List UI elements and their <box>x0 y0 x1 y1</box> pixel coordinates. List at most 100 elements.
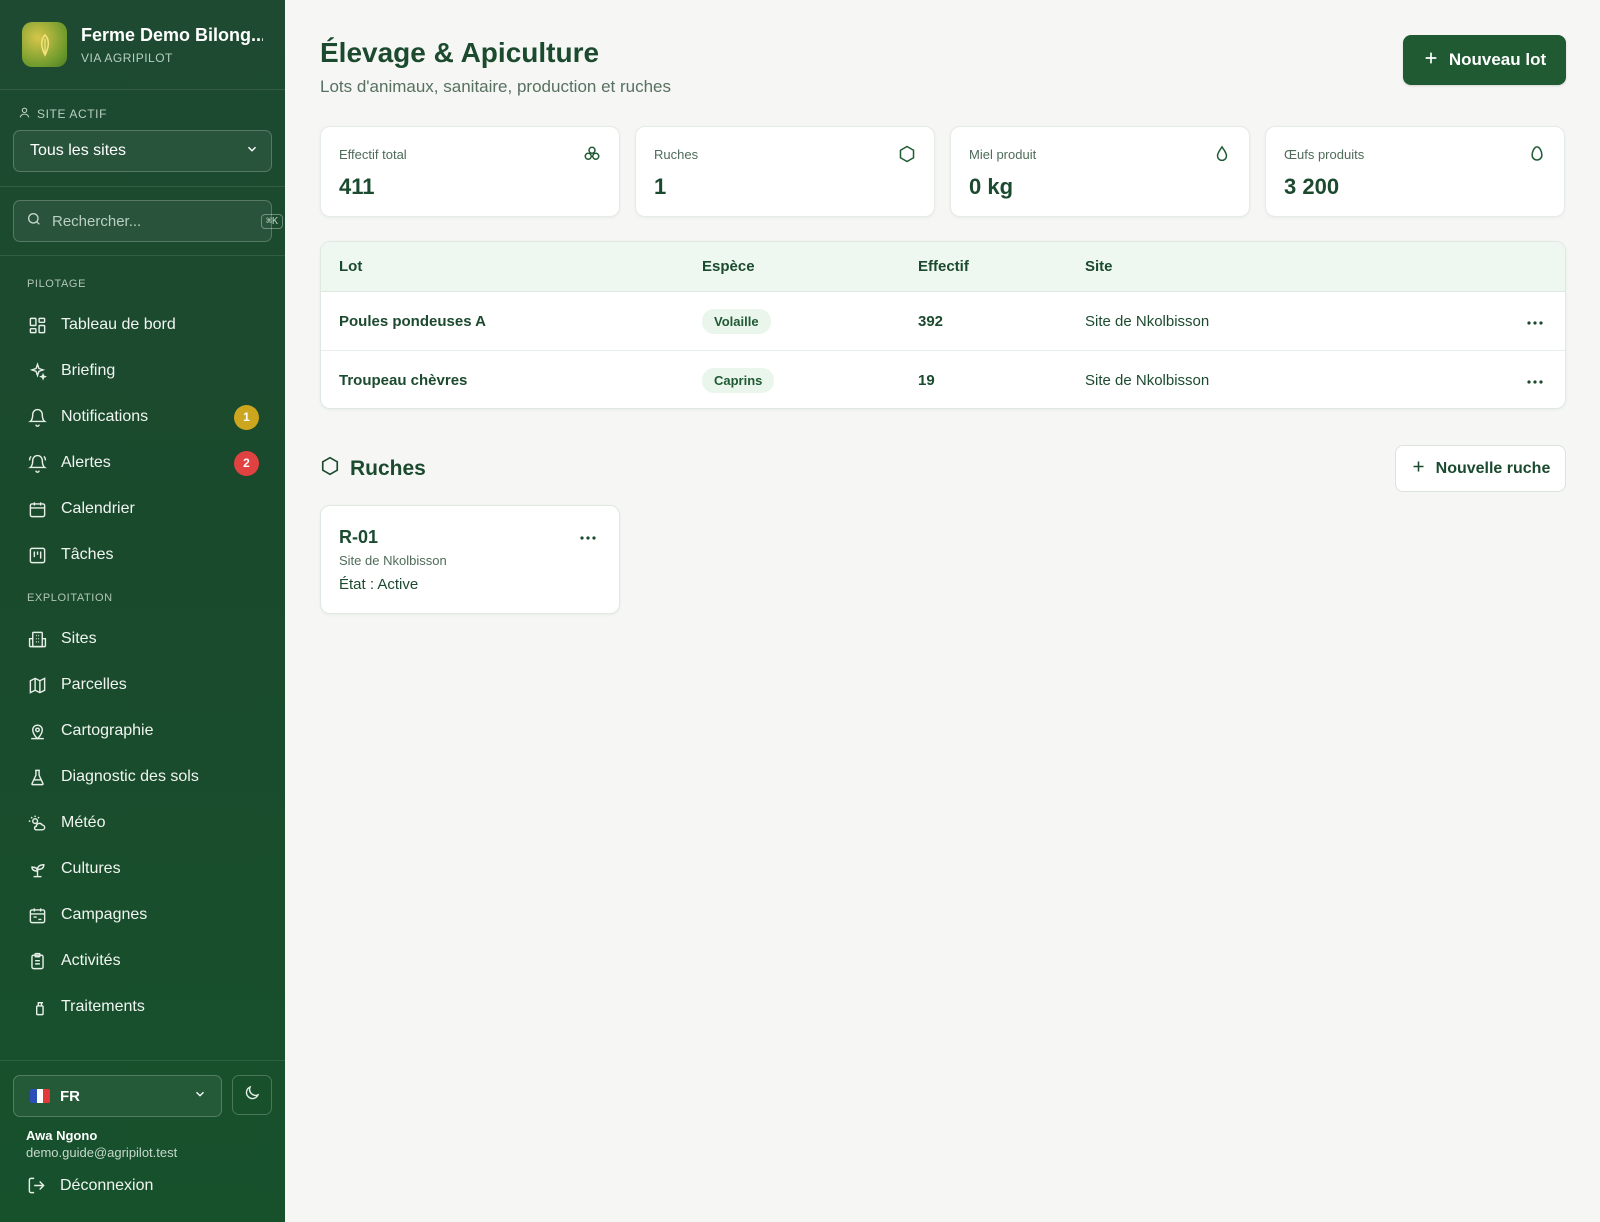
table-header: Lot Espèce Effectif Site <box>321 242 1565 292</box>
stat-value: 0 kg <box>969 174 1014 199</box>
hive-state: État : Active <box>339 576 419 593</box>
alerts-badge: 2 <box>234 450 259 476</box>
lot-name[interactable]: Poules pondeuses A <box>321 313 692 330</box>
logout-icon <box>27 1176 46 1195</box>
species-badge: Caprins <box>702 368 775 393</box>
more-horizontal-icon <box>1526 372 1544 389</box>
france-flag-icon <box>30 1089 50 1103</box>
farm-name: Ferme Demo Bilong... <box>81 24 263 45</box>
more-horizontal-icon <box>579 528 597 545</box>
page-subtitle: Lots d'animaux, sanitaire, production et… <box>320 77 671 96</box>
user-location-icon <box>18 106 31 122</box>
notifications-badge: 1 <box>234 404 259 430</box>
stat-card-effectif: Effectif total 411 <box>320 126 620 217</box>
table-row[interactable]: Troupeau chèvres Caprins 19 Site de Nkol… <box>321 351 1565 408</box>
flask-icon <box>27 767 47 787</box>
nav-item-calendrier[interactable]: Calendrier <box>0 486 285 532</box>
building-icon <box>27 629 47 649</box>
lot-count: 19 <box>918 372 935 389</box>
species-badge: Volaille <box>702 308 771 334</box>
more-horizontal-icon <box>1526 313 1544 330</box>
search-shortcut: ⌘K <box>261 213 284 229</box>
new-hive-button[interactable]: Nouvelle ruche <box>1395 445 1566 492</box>
table-row[interactable]: Poules pondeuses A Volaille 392 Site de … <box>321 292 1565 351</box>
map-pin-icon <box>27 721 47 741</box>
hive-more-button[interactable] <box>579 528 597 546</box>
stat-value: 1 <box>654 174 667 199</box>
nav-item-traitements[interactable]: Traitements <box>0 984 285 1030</box>
hexagon-icon <box>320 456 340 482</box>
chevron-down-icon <box>245 142 259 161</box>
column-header-espece[interactable]: Espèce <box>692 258 907 275</box>
row-more-button[interactable] <box>1505 372 1565 389</box>
stat-card-miel: Miel produit 0 kg <box>950 126 1250 217</box>
nav-item-cultures[interactable]: Cultures <box>0 846 285 892</box>
nav-item-cartographie[interactable]: Cartographie <box>0 708 285 754</box>
search-input[interactable] <box>52 212 251 230</box>
kanban-icon <box>27 545 47 565</box>
stat-value: 3 200 <box>1284 174 1340 199</box>
nav-item-campagnes[interactable]: Campagnes <box>0 892 285 938</box>
nav-section-pilotage: PILOTAGE <box>27 278 86 290</box>
language-value: FR <box>60 1087 80 1105</box>
column-header-site[interactable]: Site <box>1085 258 1505 275</box>
clipboard-icon <box>27 951 47 971</box>
hive-site: Site de Nkolbisson <box>339 553 447 568</box>
nav-item-notifications[interactable]: Notifications 1 <box>0 394 285 440</box>
site-label: SITE ACTIF <box>13 106 272 122</box>
hives-section-title: Ruches <box>320 456 426 482</box>
nav-item-parcelles[interactable]: Parcelles <box>0 662 285 708</box>
hive-name: R-01 <box>339 527 379 547</box>
nav-item-meteo[interactable]: Météo <box>0 800 285 846</box>
stats-row: Effectif total 411 Ruches 1 Miel produit… <box>320 126 1565 217</box>
site-select-value: Tous les sites <box>30 142 127 159</box>
calendar-range-icon <box>27 905 47 925</box>
lots-table: Lot Espèce Effectif Site Poules pondeuse… <box>320 241 1566 409</box>
lot-name[interactable]: Troupeau chèvres <box>321 372 692 389</box>
plus-icon <box>1423 50 1439 71</box>
map-icon <box>27 675 47 695</box>
sun-cloud-icon <box>27 813 47 833</box>
nav-item-taches[interactable]: Tâches <box>0 532 285 578</box>
user-name: Awa Ngono <box>26 1128 98 1143</box>
nav-section-exploitation: EXPLOITATION <box>27 592 113 604</box>
nav-item-alertes[interactable]: Alertes 2 <box>0 440 285 486</box>
dashboard-icon <box>27 315 47 335</box>
column-header-effectif[interactable]: Effectif <box>907 258 1085 275</box>
sidebar-nav: PILOTAGE Tableau de bord Briefing Notifi… <box>0 256 285 1064</box>
nav-item-diagnostic-des-sols[interactable]: Diagnostic des sols <box>0 754 285 800</box>
column-header-lot[interactable]: Lot <box>321 258 692 275</box>
bell-ring-icon <box>27 453 47 473</box>
row-more-button[interactable] <box>1505 313 1565 330</box>
search-box[interactable]: ⌘K <box>13 200 284 242</box>
page-title: Élevage & Apiculture <box>320 37 600 68</box>
logout-button[interactable]: Déconnexion <box>13 1176 272 1195</box>
nav-item-activites[interactable]: Activités <box>0 938 285 984</box>
farm-logo-icon <box>22 22 67 67</box>
language-select[interactable]: FR <box>13 1075 222 1117</box>
spray-icon <box>27 997 47 1017</box>
lot-site: Site de Nkolbisson <box>1085 372 1210 389</box>
calendar-icon <box>27 499 47 519</box>
lot-count: 392 <box>918 312 944 330</box>
hive-card[interactable]: R-01 Site de Nkolbisson État : Active <box>320 505 620 614</box>
site-selector-block: SITE ACTIF Tous les sites <box>0 90 285 187</box>
user-email: demo.guide@agripilot.test <box>26 1145 178 1160</box>
nav-item-briefing[interactable]: Briefing <box>0 348 285 394</box>
brand[interactable]: Ferme Demo Bilong... VIA AGRIPILOT <box>0 0 285 90</box>
egg-icon <box>1528 145 1546 168</box>
sprout-icon <box>27 859 47 879</box>
main-content: Élevage & Apiculture Lots d'animaux, san… <box>285 0 1600 1222</box>
group-icon <box>583 145 601 168</box>
chevron-down-icon <box>193 1087 207 1105</box>
stat-card-ruches: Ruches 1 <box>635 126 935 217</box>
sparkles-icon <box>27 361 47 381</box>
theme-toggle-button[interactable] <box>232 1075 272 1115</box>
stat-card-oeufs: Œufs produits 3 200 <box>1265 126 1565 217</box>
droplet-icon <box>1213 145 1231 168</box>
plus-icon <box>1411 459 1426 479</box>
new-lot-button[interactable]: Nouveau lot <box>1403 35 1566 85</box>
nav-item-sites[interactable]: Sites <box>0 616 285 662</box>
site-select[interactable]: Tous les sites <box>13 130 272 172</box>
nav-item-tableau-de-bord[interactable]: Tableau de bord <box>0 302 285 348</box>
